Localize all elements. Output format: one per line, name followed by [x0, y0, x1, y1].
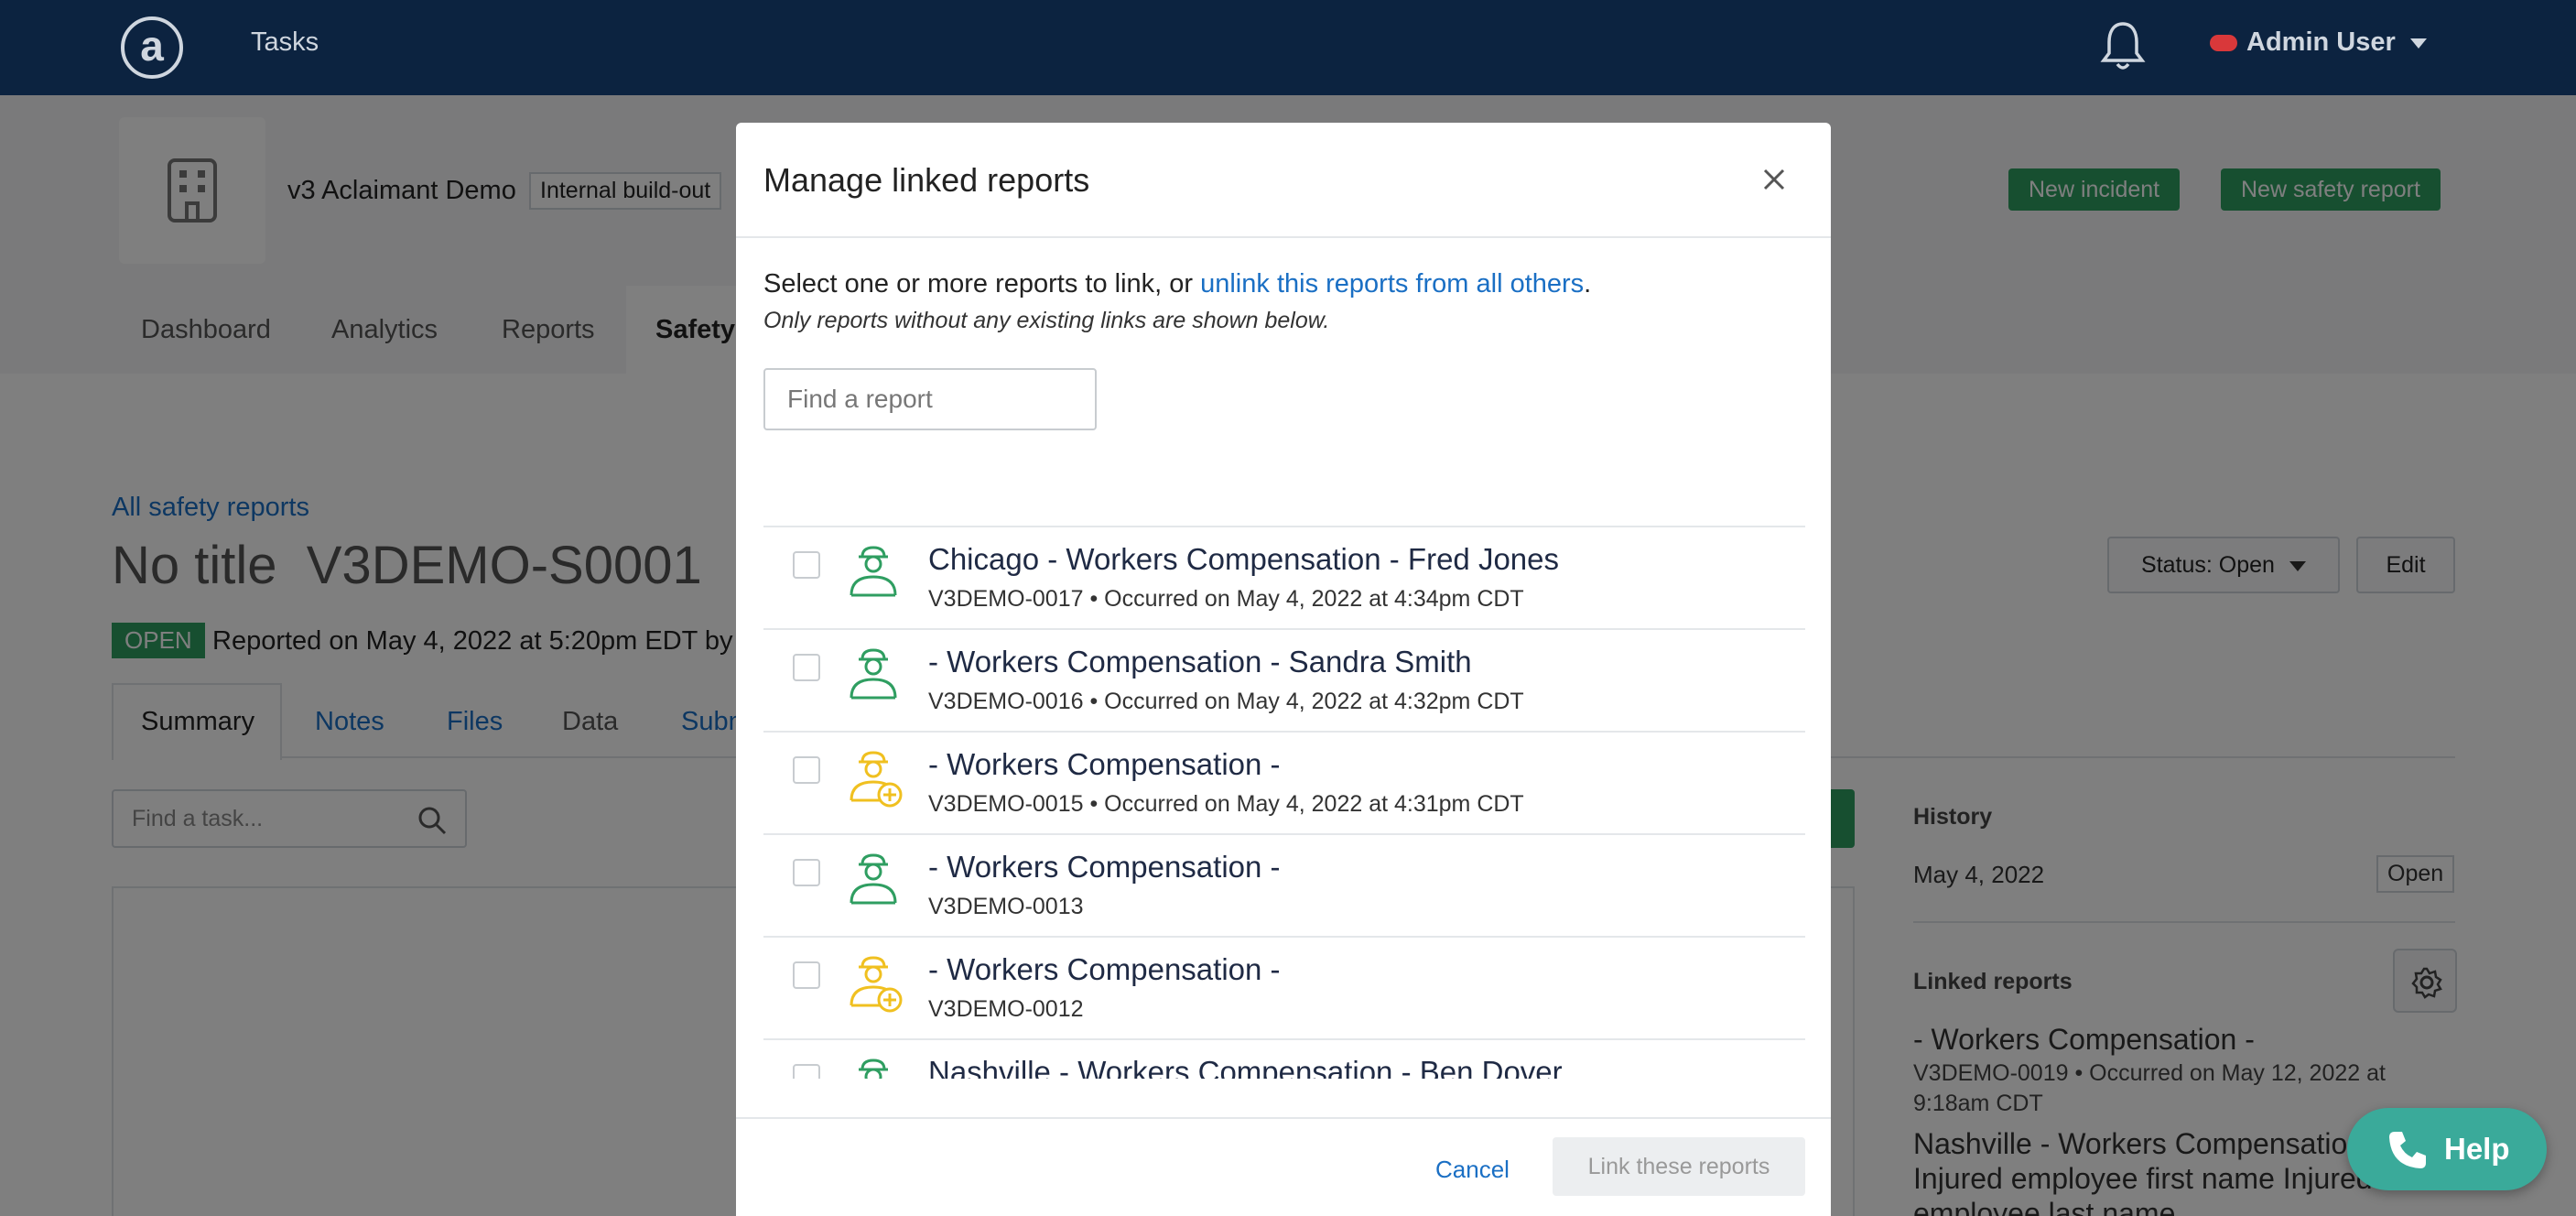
report-row[interactable]: - Workers Compensation - V3DEMO-0015 • Oc…: [763, 733, 1805, 835]
report-checkbox[interactable]: [793, 551, 820, 579]
report-title[interactable]: - Workers Compensation -: [928, 952, 1281, 987]
report-title[interactable]: Chicago - Workers Compensation - Fred Jo…: [928, 542, 1559, 577]
report-row[interactable]: - Workers Compensation - V3DEMO-0012: [763, 938, 1805, 1040]
report-checkbox[interactable]: [793, 1064, 820, 1079]
report-meta: V3DEMO-0015 • Occurred on May 4, 2022 at…: [928, 791, 1524, 817]
modal-header: Manage linked reports: [736, 123, 1831, 238]
close-icon[interactable]: [1758, 163, 1791, 196]
unlink-all-link[interactable]: unlink this reports from all others: [1200, 269, 1584, 299]
nav-tasks-link[interactable]: Tasks: [251, 27, 319, 58]
phone-icon: [2389, 1132, 2426, 1168]
report-checkbox[interactable]: [793, 961, 820, 989]
top-navbar: a Tasks Admin User: [0, 0, 2576, 95]
aclaimant-logo-icon[interactable]: a: [121, 16, 183, 79]
worker-icon: [859, 1059, 888, 1079]
modal-title: Manage linked reports: [763, 161, 1090, 199]
help-button[interactable]: Help: [2347, 1108, 2547, 1190]
report-meta: V3DEMO-0017 • Occurred on May 4, 2022 at…: [928, 586, 1524, 612]
report-search-input[interactable]: [763, 368, 1097, 430]
report-meta: V3DEMO-0012: [928, 996, 1084, 1022]
user-menu[interactable]: Admin User: [2210, 27, 2427, 58]
help-label: Help: [2444, 1132, 2510, 1166]
intro-suffix: .: [1584, 269, 1592, 299]
intro-text: Select one or more reports to link, or: [763, 269, 1201, 299]
report-checkbox[interactable]: [793, 859, 820, 886]
report-checkbox[interactable]: [793, 654, 820, 681]
worker-icon: [850, 648, 897, 700]
report-row[interactable]: - Workers Compensation - Sandra Smith V3D…: [763, 630, 1805, 733]
modal-instructions: Select one or more reports to link, or u…: [763, 269, 1591, 299]
chevron-down-icon: [2409, 38, 2427, 49]
link-reports-button[interactable]: Link these reports: [1553, 1137, 1805, 1196]
report-checkbox[interactable]: [793, 756, 820, 784]
worker-add-icon: [850, 956, 903, 1013]
report-title[interactable]: - Workers Compensation - Sandra Smith: [928, 645, 1472, 679]
user-avatar-icon: [2210, 35, 2237, 52]
modal-footer: Cancel Link these reports: [736, 1117, 1831, 1216]
manage-linked-reports-modal: Manage linked reports Select one or more…: [736, 123, 1831, 1216]
report-title[interactable]: Nashville - Workers Compensation - Ben D…: [928, 1055, 1563, 1079]
report-meta: V3DEMO-0016 • Occurred on May 4, 2022 at…: [928, 689, 1524, 714]
notifications-bell-icon[interactable]: [2098, 18, 2148, 73]
report-title[interactable]: - Workers Compensation -: [928, 850, 1281, 885]
modal-note: Only reports without any existing links …: [763, 308, 1330, 333]
report-row[interactable]: Nashville - Workers Compensation - Ben D…: [763, 1040, 1805, 1079]
worker-add-icon: [850, 751, 903, 808]
worker-icon: [850, 853, 897, 905]
report-row[interactable]: Chicago - Workers Compensation - Fred Jo…: [763, 527, 1805, 630]
report-meta: V3DEMO-0013: [928, 894, 1084, 919]
worker-icon: [850, 546, 897, 597]
report-list: Chicago - Workers Compensation - Fred Jo…: [763, 526, 1805, 1079]
report-title[interactable]: - Workers Compensation -: [928, 747, 1281, 782]
report-row[interactable]: - Workers Compensation - V3DEMO-0013: [763, 835, 1805, 938]
cancel-button[interactable]: Cancel: [1435, 1156, 1510, 1184]
user-name: Admin User: [2246, 27, 2396, 57]
